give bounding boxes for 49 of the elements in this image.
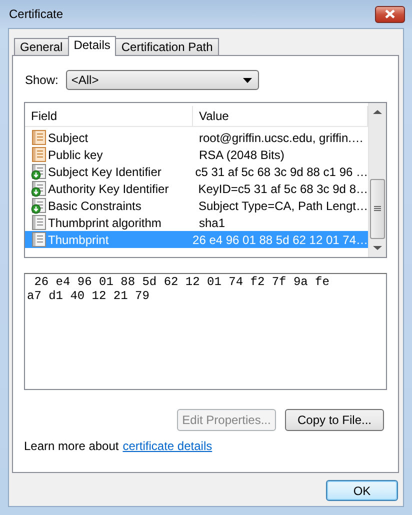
field-value: 26 e4 96 01 88 5d 62 12 01 74… — [192, 232, 368, 246]
close-icon — [384, 9, 396, 19]
document-download-icon — [31, 197, 47, 214]
grip-icon — [374, 206, 381, 212]
ok-button[interactable]: OK — [326, 480, 398, 501]
list-row[interactable]: Subject root@griffin.ucsc.edu, griffin.… — [25, 129, 368, 146]
field-value: sha1 — [198, 216, 226, 230]
document-download-icon — [31, 180, 47, 197]
close-button[interactable] — [375, 6, 405, 22]
field-value: RSA (2048 Bits) — [198, 148, 284, 162]
window-title: Certificate — [8, 7, 64, 21]
show-label: Show: — [25, 73, 58, 87]
list-row[interactable]: Thumbprint algorithm sha1 — [25, 214, 368, 231]
learn-more-text: Learn more about — [24, 439, 119, 453]
field-name: Basic Constraints — [48, 198, 142, 212]
scroll-down-icon[interactable] — [373, 245, 382, 251]
document-icon — [31, 146, 47, 163]
scroll-up-icon[interactable] — [373, 109, 382, 115]
field-name: Thumbprint — [48, 232, 109, 246]
list-row[interactable]: Authority Key Identifier KeyID=c5 31 af 5c 68 3c 9d 8… — [25, 180, 368, 197]
field-name: Public key — [48, 148, 103, 162]
document-icon — [31, 231, 47, 248]
scrollbar[interactable] — [368, 103, 386, 257]
tab[interactable]: Certification Path — [115, 38, 219, 55]
field-value: KeyID=c5 31 af 5c 68 3c 9d 8… — [197, 182, 368, 196]
field-value: root@griffin.ucsc.edu, griffin.… — [198, 130, 364, 144]
list-row[interactable]: Subject Key Identifier c5 31 af 5c 68 3c 9d 88 c1 96 … — [25, 163, 368, 180]
document-icon — [31, 129, 47, 146]
tab[interactable]: Details — [68, 36, 116, 56]
value-line: 26 e4 96 01 88 5d 62 12 01 74 f2 7f 9a fe — [33, 275, 330, 289]
dialog-button[interactable]: Copy to File... — [285, 409, 384, 431]
document-icon — [31, 214, 47, 231]
tab[interactable]: General — [14, 38, 69, 55]
scroll-thumb[interactable] — [370, 179, 385, 239]
column-header[interactable]: Field — [25, 106, 193, 126]
value-text-area[interactable]: 26 e4 96 01 88 5d 62 12 01 74 f2 7f 9a fe a7 d1 40 12 21 79 — [24, 273, 387, 390]
field-name: Subject — [48, 130, 88, 144]
list-row[interactable]: Basic Constraints Subject Type=CA, Path Lengt… — [25, 197, 368, 214]
field-value: Subject Type=CA, Path Lengt… — [197, 198, 368, 212]
list-row[interactable]: Public key RSA (2048 Bits) — [25, 146, 368, 163]
dropdown-arrow-icon — [243, 78, 252, 82]
field-name: Subject Key Identifier — [48, 164, 162, 178]
field-name: Thumbprint algorithm — [48, 216, 162, 230]
field-name: Authority Key Identifier — [48, 182, 169, 196]
value-line: a7 d1 40 12 21 79 — [27, 289, 150, 303]
field-value: c5 31 af 5c 68 3c 9d 88 c1 96 … — [194, 164, 368, 178]
details-link[interactable]: certificate details — [122, 439, 212, 453]
show-dropdown[interactable]: <All> — [66, 70, 260, 90]
document-download-icon — [31, 163, 47, 180]
